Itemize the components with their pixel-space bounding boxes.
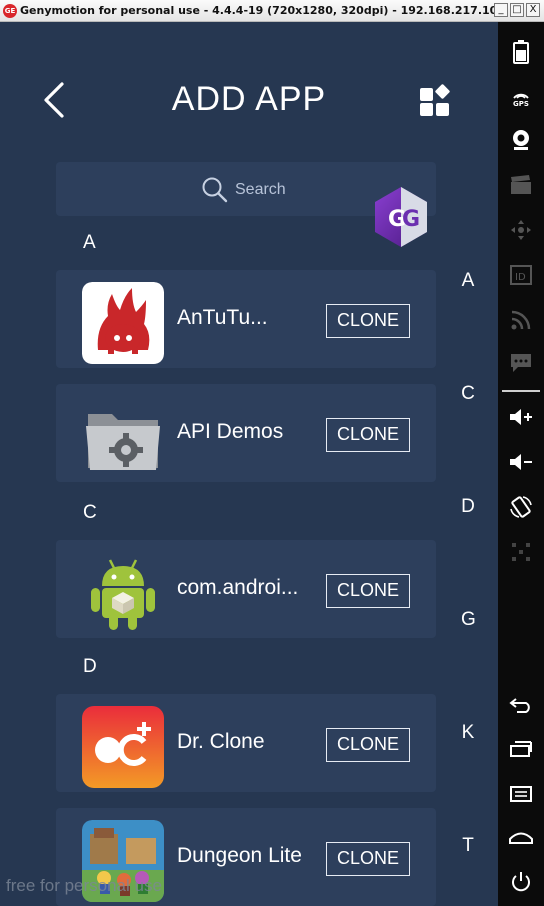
dpad-icon[interactable] [506, 215, 536, 245]
app-list-item[interactable]: API Demos CLONE [56, 384, 436, 482]
maximize-button[interactable]: □ [510, 3, 524, 17]
back-icon[interactable] [506, 690, 536, 720]
volume-up-icon[interactable] [506, 402, 536, 432]
gameguardian-logo-icon[interactable]: G G [372, 184, 430, 250]
dr-clone-icon [82, 706, 164, 788]
app-name: AnTuTu... [177, 306, 268, 329]
clone-button[interactable]: CLONE [326, 574, 410, 608]
genymotion-logo-icon: GE [3, 4, 17, 18]
gps-icon[interactable]: GPS [506, 82, 536, 112]
emulator-toolbar: GPS ID [498, 22, 544, 906]
home-icon[interactable] [506, 822, 536, 852]
clone-button[interactable]: CLONE [326, 304, 410, 338]
svg-text:G: G [402, 207, 420, 232]
section-header-d: D [83, 656, 97, 677]
index-letter-d[interactable]: D [461, 496, 475, 518]
android-icon [91, 559, 155, 630]
app-list-item[interactable]: com.androi... CLONE [56, 540, 436, 638]
clone-button[interactable]: CLONE [326, 418, 410, 452]
minimize-button[interactable]: _ [494, 3, 508, 17]
close-button[interactable]: X [526, 3, 540, 17]
clapper-icon[interactable] [506, 170, 536, 200]
folder-gear-icon [86, 414, 160, 470]
svg-text:ID: ID [515, 272, 526, 283]
gps-label: GPS [513, 100, 529, 108]
chat-icon[interactable] [506, 348, 536, 378]
search-placeholder: Search [235, 181, 286, 198]
battery-icon[interactable] [506, 37, 536, 67]
index-letter-k[interactable]: K [461, 722, 475, 744]
menu-icon[interactable] [506, 779, 536, 809]
app-name: com.androi... [177, 576, 299, 599]
index-letter-g[interactable]: G [461, 609, 476, 631]
app-grid-icon[interactable] [418, 82, 454, 118]
rss-icon[interactable] [506, 305, 536, 335]
section-header-a: A [83, 232, 96, 253]
id-icon[interactable]: ID [506, 260, 536, 290]
app-name: Dungeon Lite [177, 844, 302, 867]
index-letter-t[interactable]: T [461, 835, 475, 857]
clone-button[interactable]: CLONE [326, 728, 410, 762]
scale-icon[interactable] [506, 537, 536, 567]
webcam-icon[interactable] [506, 125, 536, 155]
clone-button[interactable]: CLONE [326, 842, 410, 876]
window-title: Genymotion for personal use - 4.4.4-19 (… [20, 4, 505, 17]
index-letter-a[interactable]: A [461, 270, 475, 292]
toolbar-divider [502, 390, 540, 392]
antutu-icon [82, 282, 164, 364]
app-name: Dr. Clone [177, 730, 265, 753]
rotate-icon[interactable] [506, 492, 536, 522]
section-header-c: C [83, 502, 97, 523]
app-name: API Demos [177, 420, 284, 443]
window-title-bar: GE Genymotion for personal use - 4.4.4-1… [0, 0, 544, 22]
watermark-text: free for personal use [6, 876, 162, 895]
app-list-item[interactable]: Dr. Clone CLONE [56, 694, 436, 792]
index-letter-c[interactable]: C [461, 383, 475, 405]
app-list-item[interactable]: AnTuTu... CLONE [56, 270, 436, 368]
volume-down-icon[interactable] [506, 447, 536, 477]
power-icon[interactable] [506, 867, 536, 897]
search-icon [202, 177, 228, 203]
app-screen: ADD APP Search G G A C D AnTuTu... CLONE… [0, 22, 498, 906]
recent-apps-icon[interactable] [506, 734, 536, 764]
